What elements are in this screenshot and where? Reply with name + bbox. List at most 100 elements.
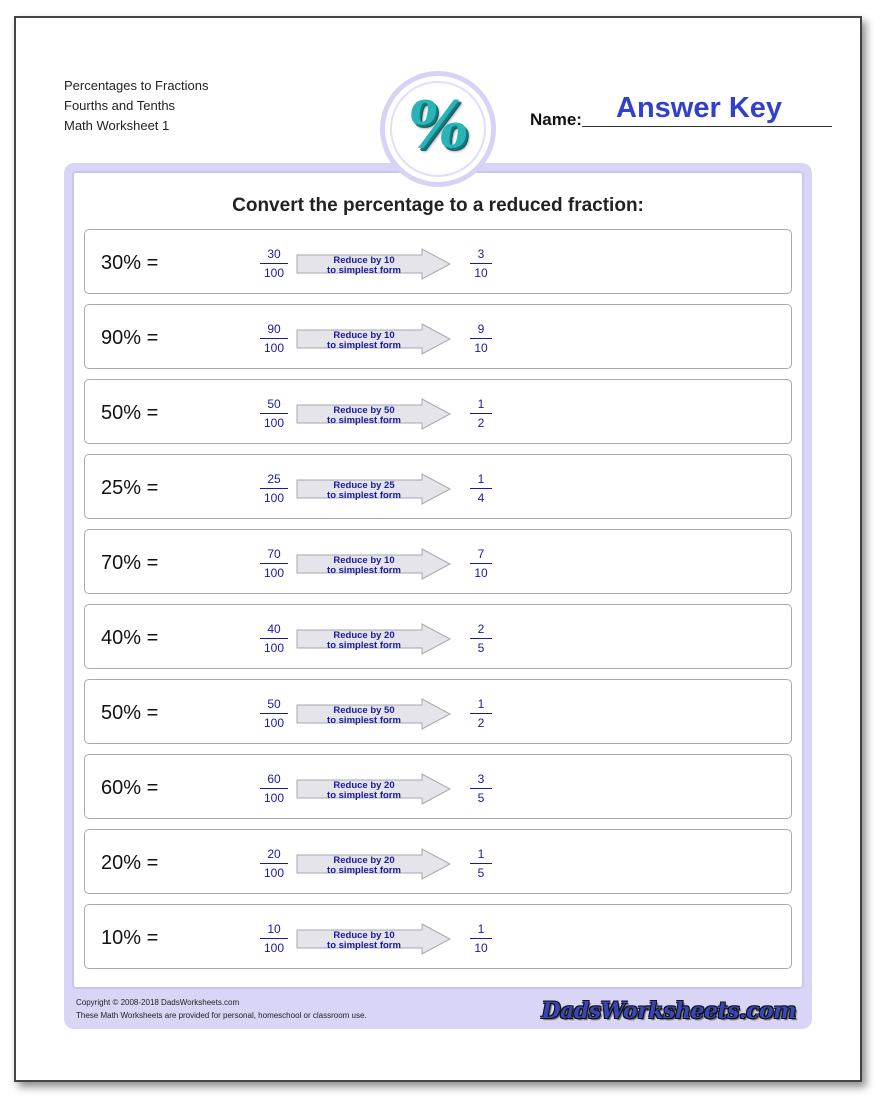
percent-icon: % [402, 88, 474, 163]
reduce-label: Reduce by 50 to simplest form [296, 406, 432, 426]
reduce-label: Reduce by 20 to simplest form [296, 856, 432, 876]
answer-numerator: 1 [477, 697, 485, 711]
fraction-denominator: 100 [263, 641, 285, 655]
fraction-bar [470, 638, 492, 639]
reduce-arrow: Reduce by 20 to simplest form [296, 848, 452, 880]
problem-row: 25% = 25 100 Reduce by 25 to simplest fo… [84, 454, 792, 519]
fraction-numerator: 40 [267, 622, 281, 636]
reduce-arrow: Reduce by 10 to simplest form [296, 923, 452, 955]
fraction-denominator: 100 [263, 716, 285, 730]
answer-denominator: 10 [474, 941, 488, 955]
title-line-1: Percentages to Fractions [64, 78, 209, 93]
fraction-denominator: 100 [263, 566, 285, 580]
unreduced-fraction: 70 100 [260, 547, 288, 581]
reduced-fraction: 1 2 [470, 397, 492, 431]
answer-numerator: 3 [477, 772, 485, 786]
fraction-denominator: 100 [263, 491, 285, 505]
unreduced-fraction: 90 100 [260, 322, 288, 356]
answer-numerator: 1 [477, 847, 485, 861]
fraction-bar [260, 263, 288, 264]
fraction-bar [260, 938, 288, 939]
percent-value: 20% = [101, 852, 159, 874]
reduced-fraction: 7 10 [470, 547, 492, 581]
worksheet-frame: Convert the percentage to a reduced frac… [64, 163, 812, 1029]
title-line-3: Math Worksheet 1 [64, 118, 170, 133]
fraction-denominator: 100 [263, 266, 285, 280]
dadsworksheets-logo: DadsWorksheets.com [541, 998, 797, 1024]
unreduced-fraction: 25 100 [260, 472, 288, 506]
fraction-bar [260, 788, 288, 789]
reduce-caption: to simplest form [327, 565, 401, 576]
percent-value: 50% = [101, 702, 159, 724]
fraction-bar [260, 713, 288, 714]
fraction-bar [260, 863, 288, 864]
problem-row: 70% = 70 100 Reduce by 10 to simplest fo… [84, 529, 792, 594]
percent-value: 30% = [101, 252, 159, 274]
footer-text: Copyright © 2008-2018 DadsWorksheets.com… [76, 996, 367, 1022]
unreduced-fraction: 60 100 [260, 772, 288, 806]
problems-panel: Convert the percentage to a reduced frac… [72, 171, 804, 989]
answer-denominator: 2 [477, 716, 485, 730]
name-underline [582, 126, 832, 127]
reduce-label: Reduce by 10 to simplest form [296, 556, 432, 576]
fraction-bar [470, 938, 492, 939]
answer-denominator: 5 [477, 791, 485, 805]
reduced-fraction: 3 5 [470, 772, 492, 806]
reduced-fraction: 2 5 [470, 622, 492, 656]
answer-numerator: 2 [477, 622, 485, 636]
problem-row: 20% = 20 100 Reduce by 20 to simplest fo… [84, 829, 792, 894]
worksheet-title: Percentages to Fractions Fourths and Ten… [64, 76, 209, 136]
answer-key-label: Answer Key [616, 92, 783, 124]
answer-numerator: 1 [477, 472, 485, 486]
usage-note: These Math Worksheets are provided for p… [76, 1011, 367, 1020]
reduce-label: Reduce by 10 to simplest form [296, 331, 432, 351]
reduce-arrow: Reduce by 10 to simplest form [296, 323, 452, 355]
fraction-numerator: 25 [267, 472, 281, 486]
name-label: Name: [530, 110, 582, 129]
problem-row: 60% = 60 100 Reduce by 20 to simplest fo… [84, 754, 792, 819]
fraction-bar [260, 563, 288, 564]
reduce-arrow: Reduce by 10 to simplest form [296, 548, 452, 580]
problem-row: 50% = 50 100 Reduce by 50 to simplest fo… [84, 679, 792, 744]
percent-value: 40% = [101, 627, 159, 649]
fraction-denominator: 100 [263, 416, 285, 430]
reduce-caption: to simplest form [327, 490, 401, 501]
reduce-label: Reduce by 20 to simplest form [296, 631, 432, 651]
percent-value: 25% = [101, 477, 159, 499]
reduced-fraction: 1 4 [470, 472, 492, 506]
reduce-label: Reduce by 50 to simplest form [296, 706, 432, 726]
problem-row: 10% = 10 100 Reduce by 10 to simplest fo… [84, 904, 792, 969]
fraction-bar [470, 263, 492, 264]
answer-denominator: 10 [474, 266, 488, 280]
percent-value: 60% = [101, 777, 159, 799]
problem-row: 40% = 40 100 Reduce by 20 to simplest fo… [84, 604, 792, 669]
fraction-bar [470, 563, 492, 564]
reduce-arrow: Reduce by 50 to simplest form [296, 698, 452, 730]
unreduced-fraction: 50 100 [260, 397, 288, 431]
reduce-arrow: Reduce by 25 to simplest form [296, 473, 452, 505]
answer-denominator: 10 [474, 341, 488, 355]
answer-numerator: 1 [477, 922, 485, 936]
answer-numerator: 9 [477, 322, 485, 336]
fraction-denominator: 100 [263, 791, 285, 805]
unreduced-fraction: 40 100 [260, 622, 288, 656]
reduce-caption: to simplest form [327, 640, 401, 651]
unreduced-fraction: 50 100 [260, 697, 288, 731]
reduce-arrow: Reduce by 10 to simplest form [296, 248, 452, 280]
percent-value: 50% = [101, 402, 159, 424]
fraction-bar [470, 413, 492, 414]
fraction-numerator: 20 [267, 847, 281, 861]
reduce-label: Reduce by 10 to simplest form [296, 931, 432, 951]
fraction-denominator: 100 [263, 341, 285, 355]
percent-value: 10% = [101, 927, 159, 949]
fraction-numerator: 60 [267, 772, 281, 786]
answer-denominator: 5 [477, 641, 485, 655]
fraction-bar [470, 713, 492, 714]
reduced-fraction: 1 2 [470, 697, 492, 731]
problem-list: 30% = 30 100 Reduce by 10 to simplest fo… [84, 229, 792, 979]
title-line-2: Fourths and Tenths [64, 98, 176, 113]
copyright: Copyright © 2008-2018 DadsWorksheets.com [76, 998, 240, 1007]
reduce-caption: to simplest form [327, 790, 401, 801]
reduced-fraction: 1 5 [470, 847, 492, 881]
reduce-caption: to simplest form [327, 415, 401, 426]
